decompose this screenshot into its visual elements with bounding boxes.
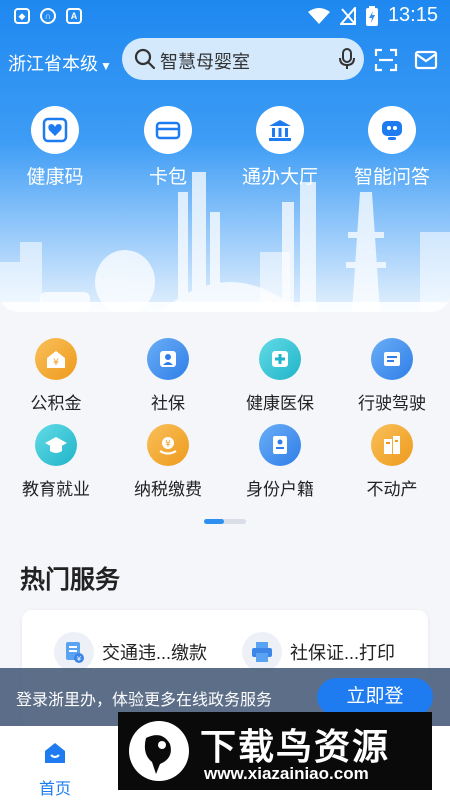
page-indicator-active bbox=[204, 519, 224, 524]
service-tax-payment[interactable]: ¥ 纳税缴费 bbox=[112, 424, 224, 500]
social-security-icon bbox=[147, 338, 189, 380]
printer-icon bbox=[242, 632, 282, 672]
mail-icon[interactable] bbox=[414, 48, 438, 72]
home-icon bbox=[45, 743, 65, 763]
watermark-overlay: 下载鸟资源 www.xiazainiao.com bbox=[118, 712, 432, 790]
service-label: 公积金 bbox=[30, 394, 82, 413]
service-real-estate[interactable]: 不动产 bbox=[336, 424, 448, 500]
no-signal-icon bbox=[339, 6, 356, 25]
service-housing-fund[interactable]: ¥ 公积金 bbox=[0, 338, 112, 414]
battery-charging-icon bbox=[365, 5, 378, 26]
tab-label: 首页 bbox=[38, 781, 71, 798]
government-hall-icon bbox=[256, 106, 304, 154]
search-bar[interactable]: 智慧母婴室 bbox=[122, 38, 364, 80]
microphone-icon[interactable] bbox=[338, 48, 356, 70]
watermark-title: 下载鸟资源 bbox=[200, 726, 391, 767]
real-estate-icon bbox=[371, 424, 413, 466]
login-banner-text: 登录浙里办，体验更多在线政务服务 bbox=[16, 692, 273, 709]
hot-service-traffic-fine[interactable]: ¥ 交通违...缴款 bbox=[54, 632, 207, 672]
medical-insurance-icon bbox=[259, 338, 301, 380]
id-card-icon bbox=[259, 424, 301, 466]
shield-app-icon: ◆ bbox=[14, 8, 30, 24]
quick-action-label: 智能问答 bbox=[353, 167, 430, 188]
status-bar: ◆ ∩ A 13:15 bbox=[0, 0, 450, 34]
top-bar: 浙江省本级 ▼ 智慧母婴室 bbox=[0, 38, 450, 82]
svg-text:¥: ¥ bbox=[77, 655, 82, 663]
quick-action-card-wallet[interactable]: 卡包 bbox=[113, 106, 223, 189]
service-label: 社保 bbox=[151, 394, 185, 413]
a-app-icon: A bbox=[66, 8, 82, 24]
search-icon bbox=[134, 48, 156, 70]
service-driving-license[interactable]: 行驶驾驶 bbox=[336, 338, 448, 414]
scan-icon[interactable] bbox=[374, 48, 398, 72]
service-id-registry[interactable]: 身份户籍 bbox=[224, 424, 336, 500]
quick-action-government-hall[interactable]: 通办大厅 bbox=[225, 106, 335, 189]
health-code-icon bbox=[31, 106, 79, 154]
city-skyline-illustration bbox=[0, 172, 450, 312]
service-medical-insurance[interactable]: 健康医保 bbox=[224, 338, 336, 414]
bird-logo-icon bbox=[129, 721, 189, 781]
service-social-security[interactable]: 社保 bbox=[112, 338, 224, 414]
login-button[interactable]: 立即登 bbox=[317, 678, 433, 716]
service-label: 纳税缴费 bbox=[134, 480, 202, 499]
hot-service-label: 交通违...缴款 bbox=[102, 643, 208, 663]
region-label: 浙江省本级 bbox=[8, 54, 98, 74]
page-indicator bbox=[204, 519, 246, 524]
service-label: 教育就业 bbox=[22, 480, 90, 499]
hot-service-label: 社保证...打印 bbox=[290, 643, 396, 663]
service-label: 身份户籍 bbox=[246, 480, 314, 499]
search-placeholder: 智慧母婴室 bbox=[160, 52, 250, 72]
service-label: 健康医保 bbox=[246, 394, 314, 413]
quick-action-label: 卡包 bbox=[148, 167, 187, 188]
quick-action-health-code[interactable]: 健康码 bbox=[0, 106, 110, 189]
tab-home[interactable]: 首页 bbox=[10, 740, 100, 799]
service-label: 不动产 bbox=[366, 480, 418, 499]
graduation-cap-icon bbox=[35, 424, 77, 466]
housing-fund-icon: ¥ bbox=[35, 338, 77, 380]
region-selector[interactable]: 浙江省本级 ▼ bbox=[8, 50, 112, 76]
svg-text:¥: ¥ bbox=[53, 358, 59, 368]
headset-app-icon: ∩ bbox=[40, 8, 56, 24]
service-label: 行驶驾驶 bbox=[358, 394, 426, 413]
service-education[interactable]: 教育就业 bbox=[0, 424, 112, 500]
wifi-icon bbox=[307, 7, 330, 24]
card-wallet-icon bbox=[144, 106, 192, 154]
hot-service-print[interactable]: 社保证...打印 bbox=[242, 632, 395, 672]
robot-qa-icon bbox=[368, 106, 416, 154]
driving-license-icon bbox=[371, 338, 413, 380]
quick-action-label: 健康码 bbox=[26, 167, 84, 188]
caret-down-icon: ▼ bbox=[100, 59, 112, 73]
traffic-fine-icon: ¥ bbox=[54, 632, 94, 672]
svg-text:¥: ¥ bbox=[165, 440, 171, 450]
watermark-url: www.xiazainiao.com bbox=[204, 764, 369, 783]
tax-payment-icon: ¥ bbox=[147, 424, 189, 466]
quick-action-label: 通办大厅 bbox=[241, 167, 318, 188]
status-time: 13:15 bbox=[387, 4, 438, 26]
quick-action-robot-qa[interactable]: 智能问答 bbox=[337, 106, 447, 189]
hot-services-title: 热门服务 bbox=[20, 566, 121, 594]
